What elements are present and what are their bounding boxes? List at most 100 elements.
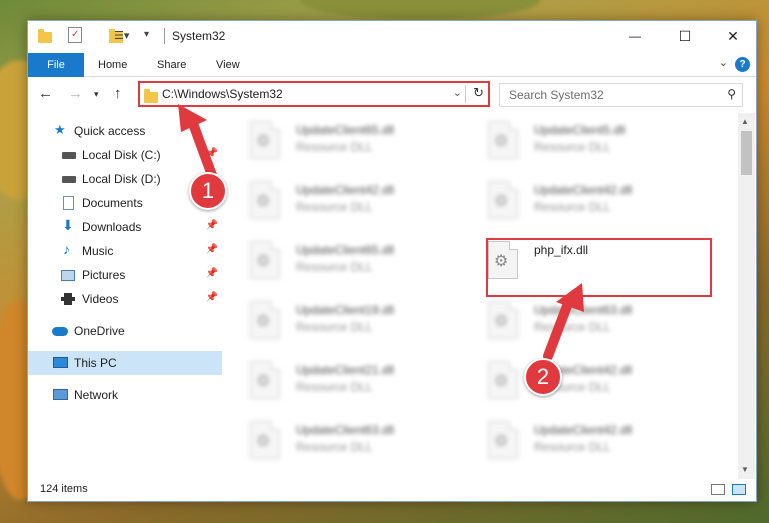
file-name: UpdateClient63.dll — [534, 303, 633, 317]
pin-icon[interactable]: 📌 — [206, 244, 218, 255]
network-icon — [53, 389, 68, 400]
up-arrow-icon[interactable]: ↑ — [114, 85, 122, 102]
file-item[interactable]: ⚙ UpdateClient42.dll Resource DLL — [222, 177, 452, 229]
address-bar[interactable]: C:\Windows\System32 ⌄ ↻ — [138, 81, 490, 107]
file-item[interactable]: ⚙ UpdateClient65.dll Resource DLL — [222, 117, 452, 169]
pin-icon[interactable]: 📌 — [206, 220, 218, 231]
file-item[interactable]: ⚙ UpdateClient5.dll Resource DLL — [460, 117, 690, 169]
vertical-scrollbar[interactable]: ▲ ▼ — [738, 113, 755, 479]
sidebar-item-quick-access[interactable]: ★ Quick access — [28, 119, 222, 143]
sidebar-item-label: Local Disk (C:) — [82, 148, 161, 162]
file-item[interactable]: ⚙ UpdateClient65.dll Resource DLL — [222, 237, 452, 289]
music-note-icon: ♪ — [63, 241, 70, 257]
sidebar-item-label: Downloads — [82, 220, 142, 234]
large-icons-view-icon[interactable] — [732, 484, 746, 495]
gear-icon: ⚙ — [256, 313, 271, 330]
scrollbar-thumb[interactable] — [741, 131, 752, 175]
minimize-button[interactable]: — — [612, 21, 658, 51]
file-explorer-window: ✓ ☰▾ ▾ System32 — ☐ ✕ File Home Share Vi… — [27, 20, 757, 502]
tab-home[interactable]: Home — [98, 53, 127, 77]
sidebar-item-label: Network — [74, 388, 119, 402]
sidebar-item-videos[interactable]: Videos 📌 — [28, 287, 222, 311]
file-type: Resource DLL — [296, 320, 373, 334]
file-item[interactable]: ⚙ UpdateClient21.dll Resource DLL — [222, 357, 452, 409]
sidebar-item-label: This PC — [74, 356, 117, 370]
chevron-down-icon[interactable]: ⌄ — [453, 86, 462, 99]
file-item[interactable]: ⚙ UpdateClient42.dll Resource DLL — [460, 177, 690, 229]
close-button[interactable]: ✕ — [710, 21, 756, 51]
file-name: UpdateClient63.dll — [296, 423, 395, 437]
background-foliage — [300, 0, 540, 20]
scroll-up-icon[interactable]: ▲ — [741, 117, 749, 126]
back-arrow-icon[interactable]: ← — [38, 85, 53, 102]
file-type: Resource DLL — [534, 440, 611, 454]
file-type: Resource DLL — [534, 320, 611, 334]
search-icon[interactable]: ⚲ — [727, 87, 736, 101]
sidebar-item-label: Documents — [82, 196, 143, 210]
file-item[interactable]: ⚙ UpdateClient42.dll Resource DLL — [460, 417, 690, 469]
sidebar-item-local-disk-c[interactable]: Local Disk (C:) 📌 — [28, 143, 222, 167]
file-name: UpdateClient42.dll — [534, 183, 633, 197]
pin-icon[interactable]: 📌 — [206, 292, 218, 303]
drive-icon — [62, 176, 76, 183]
file-item[interactable]: ⚙ UpdateClient19.dll Resource DLL — [222, 297, 452, 349]
file-name: UpdateClient65.dll — [296, 243, 395, 257]
details-view-icon[interactable] — [711, 484, 725, 495]
sidebar-item-this-pc[interactable]: This PC — [28, 351, 222, 375]
gear-icon: ⚙ — [256, 253, 271, 270]
sidebar-item-pictures[interactable]: Pictures 📌 — [28, 263, 222, 287]
scroll-down-icon[interactable]: ▼ — [741, 465, 749, 474]
address-separator — [465, 85, 466, 103]
address-path[interactable]: C:\Windows\System32 — [162, 87, 283, 101]
recent-locations-icon[interactable]: ▾ — [94, 89, 99, 100]
properties-icon[interactable]: ✓ — [68, 27, 82, 43]
forward-arrow-icon[interactable]: → — [68, 85, 83, 102]
file-type: Resource DLL — [296, 380, 373, 394]
gear-icon: ⚙ — [256, 133, 271, 150]
sidebar-item-downloads[interactable]: ⬇ Downloads 📌 — [28, 215, 222, 239]
cloud-icon — [52, 327, 68, 336]
callout-badge-1: 1 — [189, 172, 227, 210]
file-highlight-box — [486, 238, 712, 297]
tab-view[interactable]: View — [216, 53, 240, 77]
pin-icon[interactable]: 📌 — [206, 148, 218, 159]
maximize-button[interactable]: ☐ — [662, 21, 708, 51]
sidebar-item-music[interactable]: ♪ Music 📌 — [28, 239, 222, 263]
file-type: Resource DLL — [534, 200, 611, 214]
file-item[interactable]: ⚙ UpdateClient42.dll Resource DLL — [460, 357, 690, 409]
tab-share[interactable]: Share — [157, 53, 186, 77]
download-arrow-icon: ⬇ — [62, 217, 74, 233]
gear-icon: ⚙ — [494, 193, 509, 210]
item-count: 124 items — [40, 483, 88, 495]
ribbon-tabs: File Home Share View ⌄ ? — [28, 53, 756, 77]
help-icon[interactable]: ? — [735, 57, 750, 72]
search-input[interactable]: Search System32 ⚲ — [499, 83, 743, 107]
folder-icon — [144, 89, 158, 103]
window-title: System32 — [172, 29, 226, 43]
tab-file[interactable]: File — [28, 53, 84, 77]
pin-icon[interactable]: 📌 — [206, 268, 218, 279]
file-item[interactable]: ⚙ UpdateClient63.dll Resource DLL — [222, 417, 452, 469]
status-bar: 124 items — [28, 481, 756, 501]
refresh-icon[interactable]: ↻ — [473, 85, 484, 101]
sidebar-item-network[interactable]: Network — [28, 383, 222, 407]
file-name: UpdateClient21.dll — [296, 363, 395, 377]
file-item[interactable]: ⚙ UpdateClient63.dll Resource DLL — [460, 297, 690, 349]
gear-icon: ⚙ — [494, 373, 509, 390]
title-separator — [164, 28, 165, 44]
file-type: Resource DLL — [534, 140, 611, 154]
star-icon: ★ — [54, 122, 66, 137]
gear-icon: ⚙ — [256, 373, 271, 390]
gear-icon: ⚙ — [494, 133, 509, 150]
title-bar: ✓ ☰▾ ▾ System32 — ☐ ✕ — [28, 21, 756, 53]
customize-toolbar-icon[interactable]: ▾ — [144, 29, 149, 45]
view-options-icon[interactable]: ☰▾ — [114, 29, 129, 45]
file-name: UpdateClient65.dll — [296, 123, 395, 137]
folder-icon — [38, 29, 52, 43]
file-type: Resource DLL — [296, 200, 373, 214]
sidebar-item-label: Local Disk (D:) — [82, 172, 161, 186]
chevron-down-icon[interactable]: ⌄ — [719, 56, 728, 69]
file-name: UpdateClient42.dll — [296, 183, 395, 197]
gear-icon: ⚙ — [494, 313, 509, 330]
sidebar-item-onedrive[interactable]: OneDrive — [28, 319, 222, 343]
